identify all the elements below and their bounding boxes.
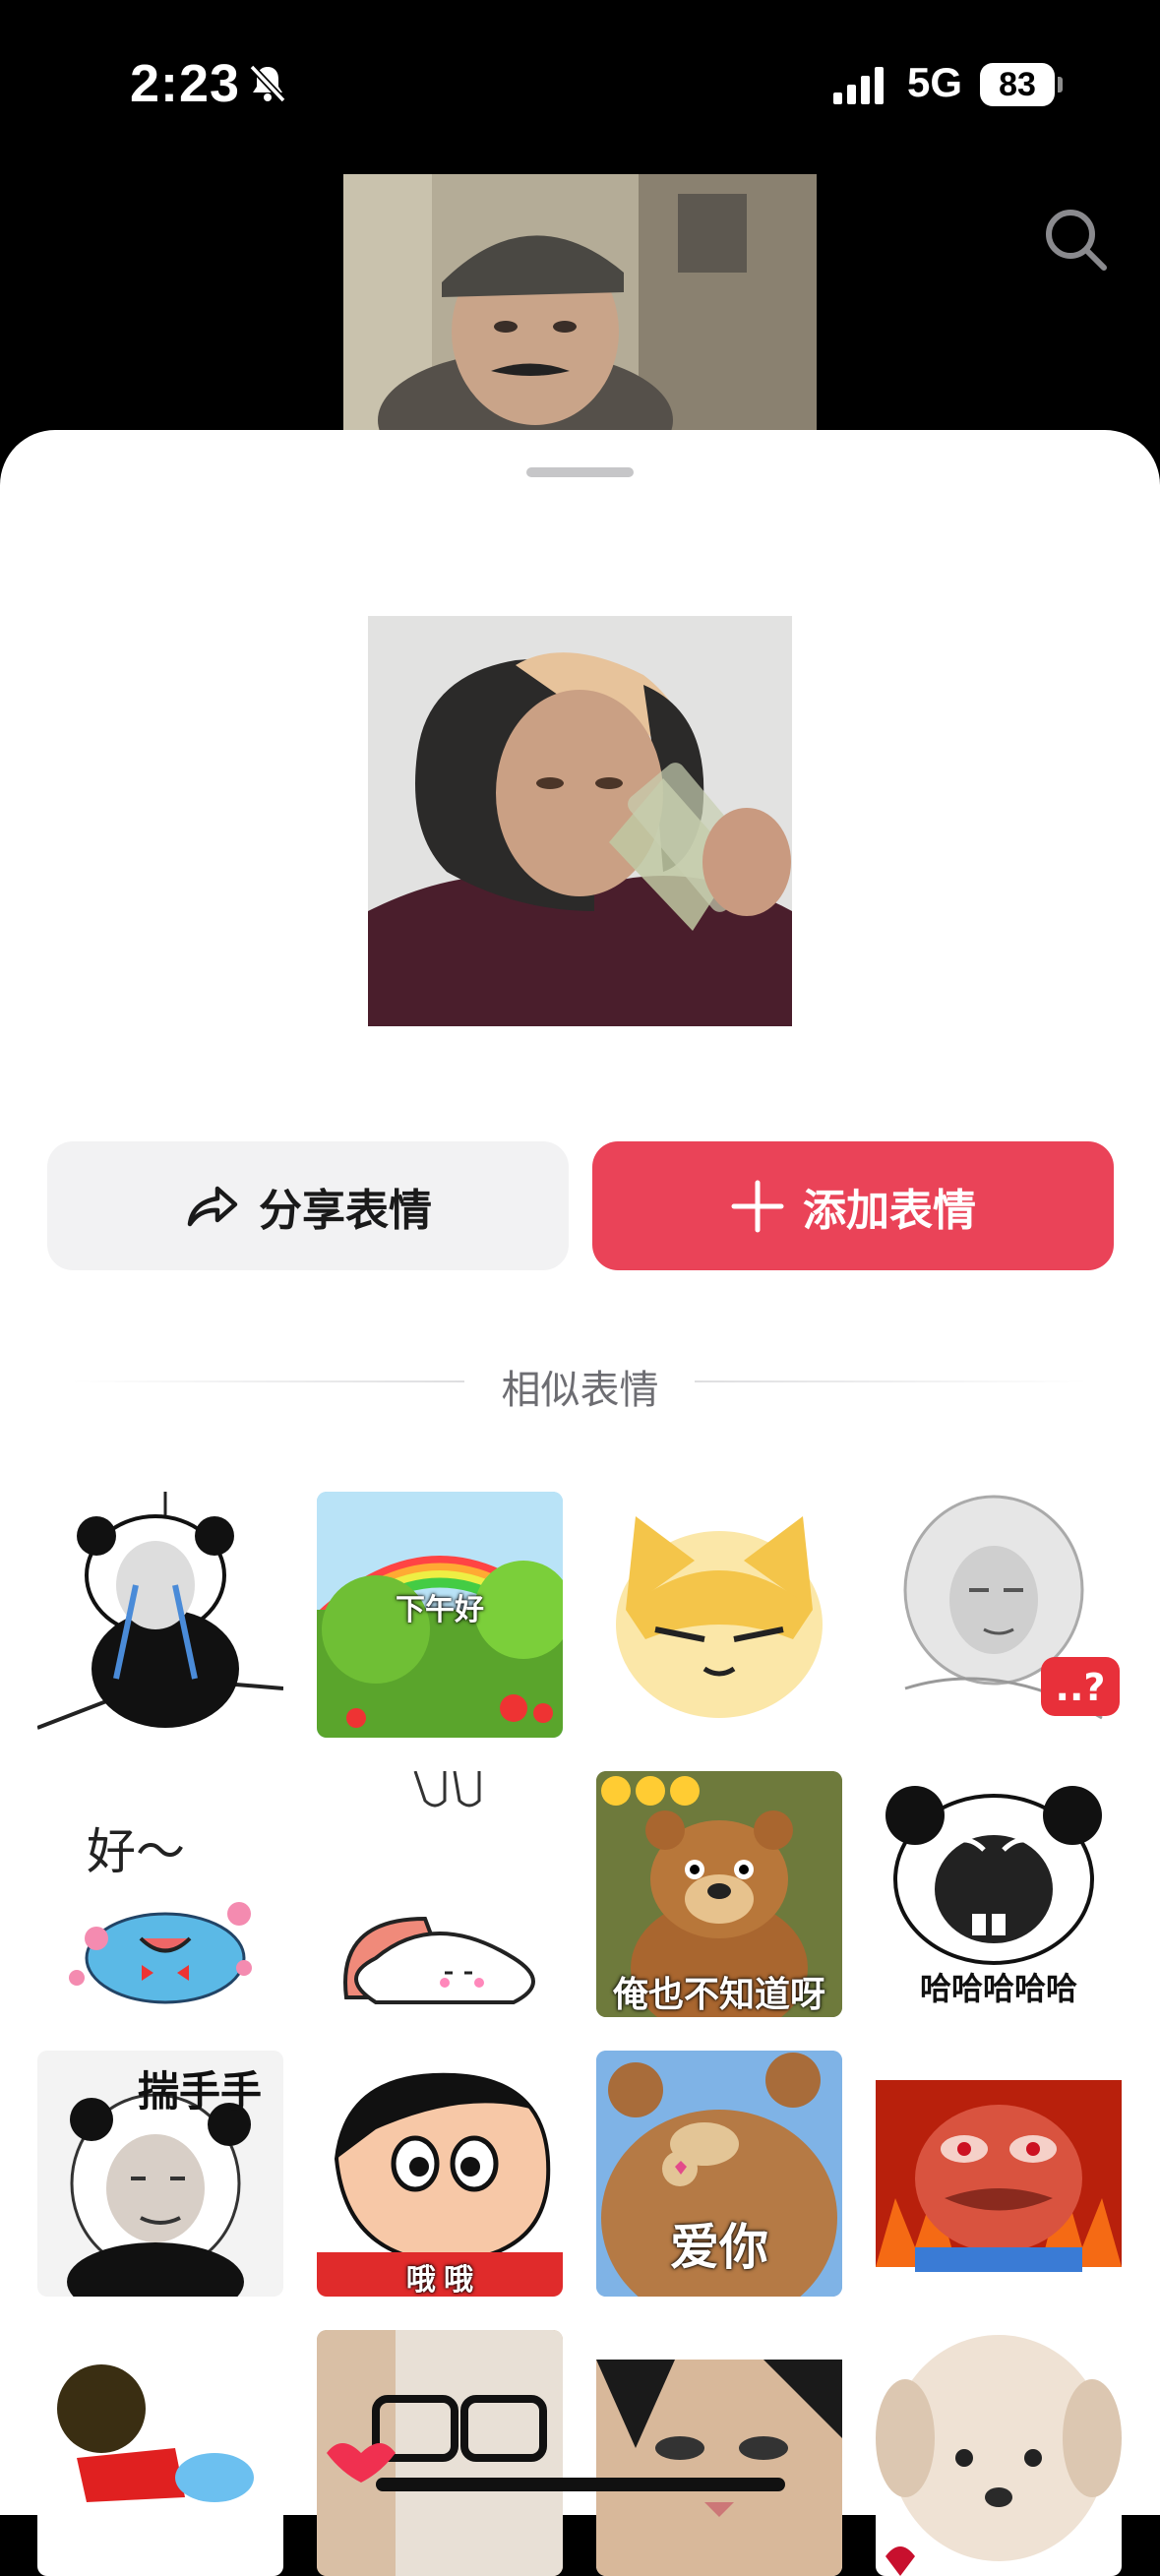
share-sticker-button[interactable]: 分享表情 bbox=[47, 1141, 569, 1270]
sticker-item[interactable]: 揣手手 bbox=[37, 2051, 283, 2297]
share-sticker-label: 分享表情 bbox=[259, 1186, 432, 1235]
battery-level: 83 bbox=[980, 63, 1055, 106]
home-indicator[interactable] bbox=[376, 2478, 785, 2491]
network-type: 5G bbox=[907, 59, 963, 105]
search-icon[interactable] bbox=[1041, 205, 1112, 276]
sticker-item[interactable]: 下午好 bbox=[317, 1492, 563, 1738]
sticker-item[interactable]: 爱你 bbox=[596, 2051, 842, 2297]
sticker-item[interactable] bbox=[876, 2330, 1122, 2576]
battery-indicator: 83 bbox=[980, 63, 1063, 106]
photo-man-cap bbox=[343, 174, 817, 433]
sticker-item[interactable]: 俺也不知道呀 bbox=[596, 1771, 842, 2017]
sticker-item[interactable] bbox=[317, 2330, 563, 2576]
sticker-man-drinking bbox=[368, 616, 792, 1026]
sticker-gray-face: ..? bbox=[903, 1495, 1120, 1720]
bell-slash-icon bbox=[249, 64, 286, 103]
sticker-caption: 哈哈哈哈哈 bbox=[919, 1971, 1077, 2006]
sticker-item[interactable]: 哦 哦 bbox=[317, 2051, 563, 2297]
plus-icon bbox=[731, 1180, 784, 1232]
svg-text:..?: ..? bbox=[1056, 1666, 1106, 1709]
sticker-angry-frog bbox=[876, 2080, 1122, 2272]
sticker-panda-crying bbox=[37, 1492, 283, 1730]
share-arrow-icon bbox=[187, 1186, 238, 1226]
add-sticker-button[interactable]: 添加表情 bbox=[592, 1141, 1114, 1270]
sticker-pixel-figure bbox=[57, 2364, 254, 2502]
background-photo bbox=[343, 174, 817, 433]
sticker-item[interactable] bbox=[37, 1492, 283, 1738]
sticker-blue-cat bbox=[69, 1902, 252, 2004]
sticker-item[interactable] bbox=[317, 1771, 563, 2017]
sticker-preview-image bbox=[368, 616, 792, 1026]
status-bar: 2:23 5G 83 bbox=[0, 0, 1160, 172]
battery-tip bbox=[1058, 77, 1063, 92]
status-time: 2:23 bbox=[130, 54, 241, 113]
sticker-caption: 好～ bbox=[87, 1824, 185, 1879]
sticker-caption: 下午好 bbox=[396, 1594, 484, 1626]
sticker-item[interactable] bbox=[596, 1492, 842, 1738]
sticker-cat-closeup bbox=[596, 2360, 842, 2576]
similar-stickers-heading: 相似表情 bbox=[501, 1369, 659, 1412]
sticker-item[interactable]: ..? bbox=[876, 1492, 1122, 1738]
sheet-grabber[interactable] bbox=[526, 467, 634, 477]
sticker-caption: 爱你 bbox=[670, 2220, 768, 2275]
sticker-item[interactable]: 哈哈哈哈哈 bbox=[876, 1771, 1122, 2017]
sticker-caption: 俺也不知道呀 bbox=[612, 1974, 825, 2014]
sticker-sushi-bunny bbox=[343, 1771, 535, 2004]
sticker-caption: 哦 哦 bbox=[405, 2264, 474, 2297]
sticker-item[interactable] bbox=[876, 2051, 1122, 2297]
sticker-item[interactable] bbox=[596, 2330, 842, 2576]
sticker-shiba-squint bbox=[616, 1516, 823, 1718]
sticker-item[interactable] bbox=[37, 2330, 283, 2576]
sticker-cat-glasses bbox=[317, 2330, 563, 2576]
sticker-puppy bbox=[876, 2335, 1122, 2576]
sticker-caption: 揣手手 bbox=[137, 2068, 262, 2115]
divider-right bbox=[695, 1380, 1088, 1382]
signal-bars-icon bbox=[833, 67, 884, 104]
sticker-item[interactable]: 好～ bbox=[37, 1771, 283, 2017]
add-sticker-label: 添加表情 bbox=[803, 1186, 976, 1235]
